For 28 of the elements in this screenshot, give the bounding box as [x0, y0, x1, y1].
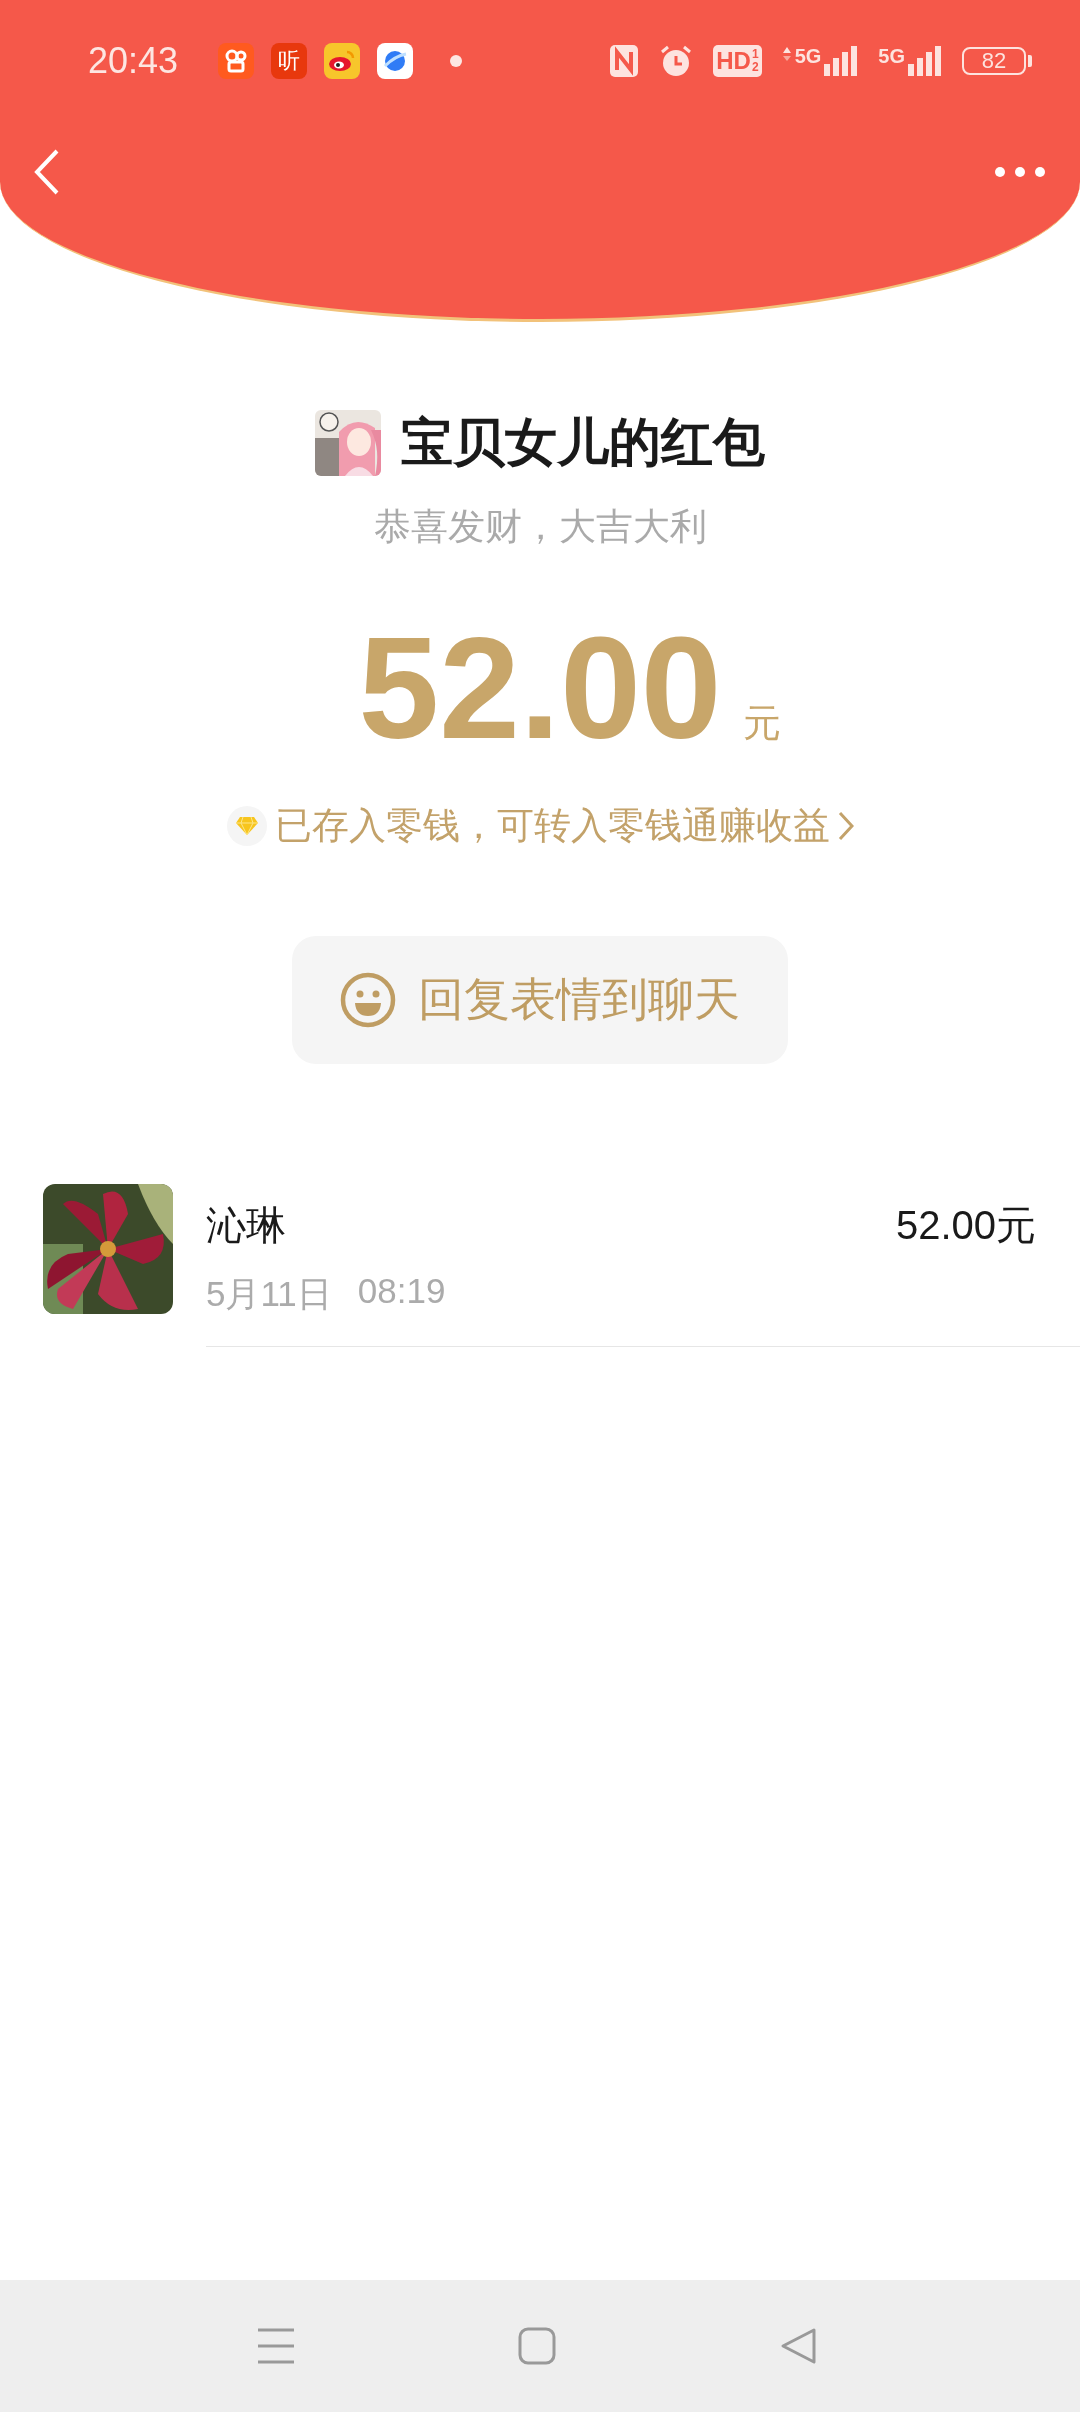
amount: 52.00: [358, 616, 722, 761]
received-time: 08:19: [357, 1271, 446, 1312]
balance-link[interactable]: 已存入零钱，可转入零钱通赚收益: [274, 801, 830, 851]
nfc-icon: [609, 44, 640, 78]
receiver-name: 沁琳: [206, 1202, 286, 1249]
app-notification-icon: [218, 43, 255, 79]
chevron-right-icon: [837, 811, 854, 841]
envelope-title: 宝贝女儿的红包: [401, 412, 765, 473]
app-notification-icon: [324, 43, 361, 79]
received-amount: 52.00元: [895, 1202, 1036, 1249]
more-options-icon[interactable]: [994, 166, 1046, 178]
greeting-message: 恭喜发财，大吉大利: [373, 505, 707, 549]
currency-unit: 元: [743, 701, 782, 746]
app-notification-icon: 听: [271, 43, 308, 79]
cellular-signal-indicator: 5G: [878, 46, 942, 76]
more-notifications-dot: [450, 55, 463, 67]
back-icon[interactable]: [780, 2327, 819, 2365]
clock-time: 20:43: [88, 40, 179, 82]
app-notification-icon: [377, 43, 414, 79]
alarm-icon: [659, 44, 694, 78]
smiley-icon: [340, 972, 396, 1028]
recent-apps-icon[interactable]: [256, 2327, 295, 2365]
cellular-signal-indicator: 5G: [781, 46, 859, 76]
battery-indicator: 82: [962, 47, 1032, 75]
home-icon[interactable]: [518, 2327, 557, 2365]
received-date: 5月11日: [206, 1273, 332, 1315]
reply-sticker-button[interactable]: 回复表情到聊天: [292, 936, 788, 1064]
back-icon[interactable]: [34, 149, 60, 195]
